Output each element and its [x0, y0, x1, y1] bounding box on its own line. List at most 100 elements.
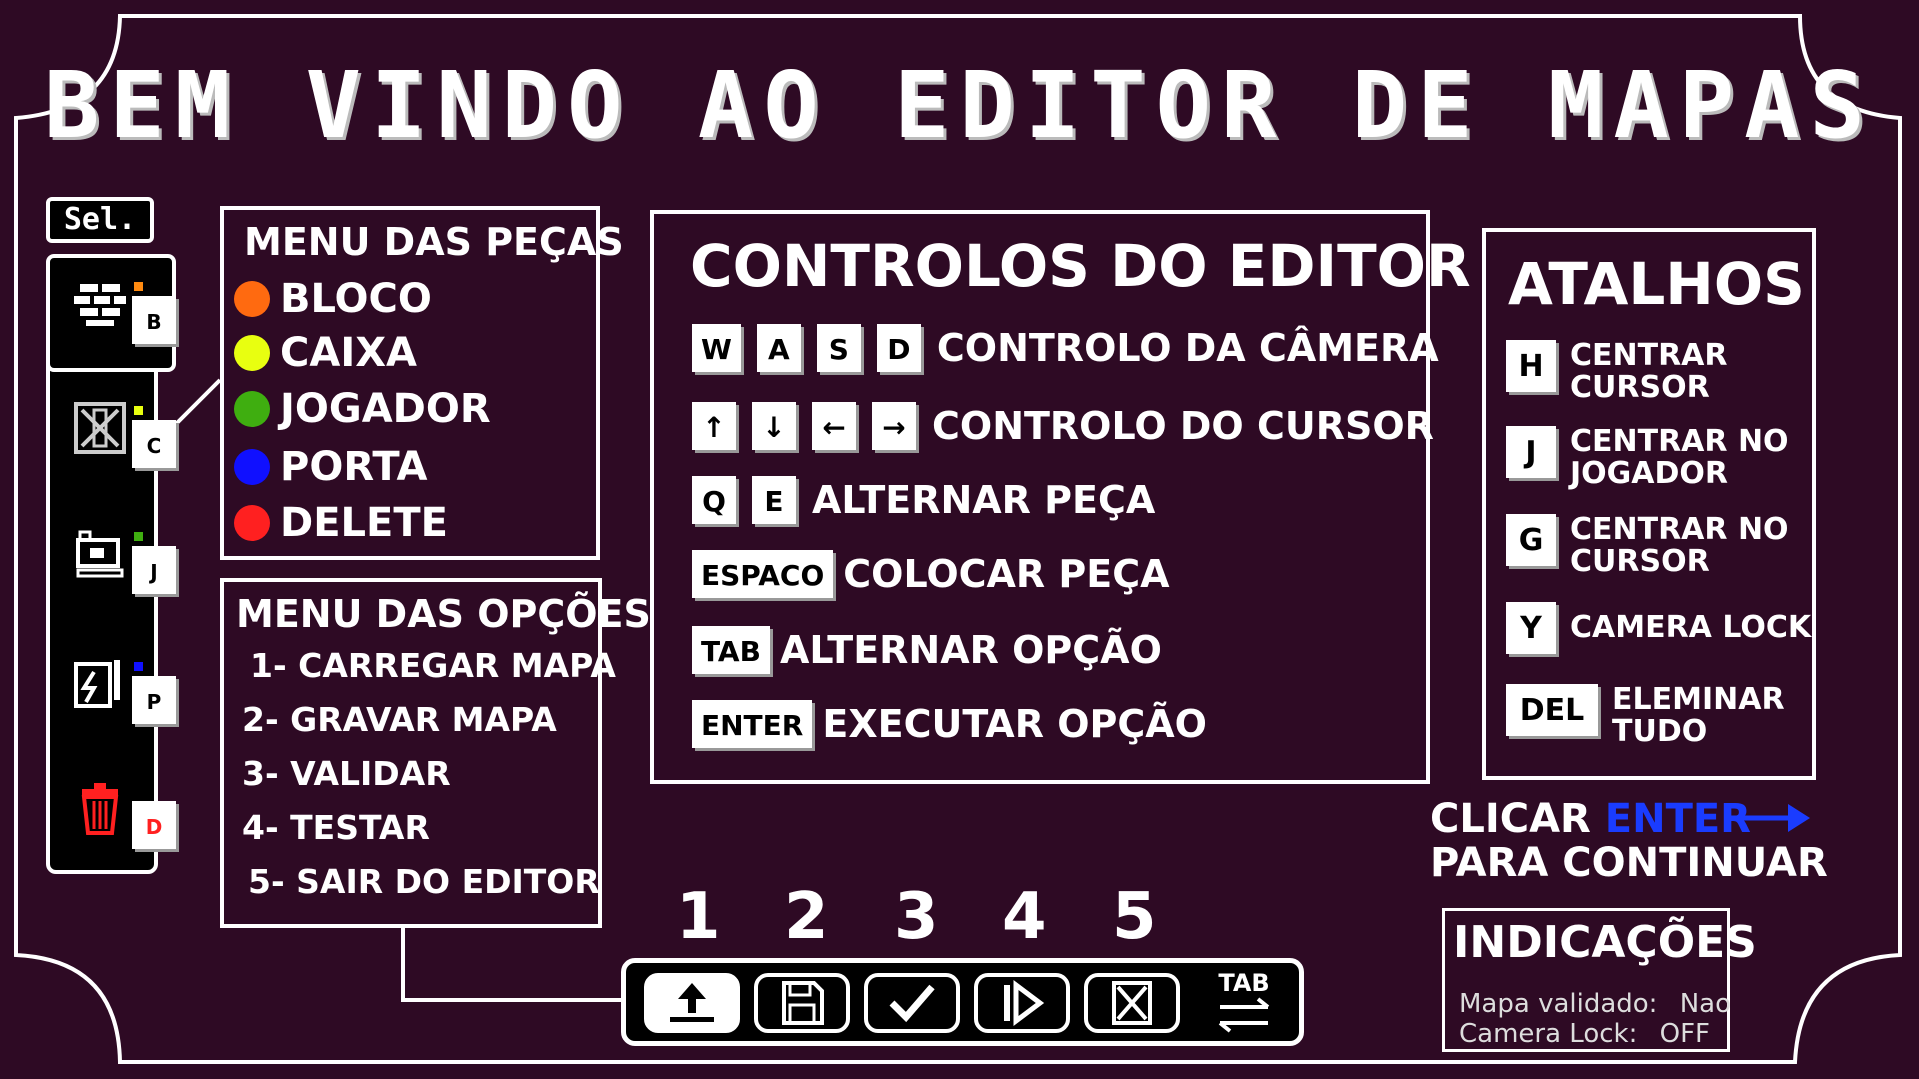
selector-key: C: [132, 420, 176, 468]
selector-color-dot: [134, 282, 143, 291]
toolbar-number: 2: [784, 880, 829, 954]
options-menu-title: MENU DAS OPÇÕES: [236, 592, 651, 636]
page-title: BEM VINDO AO EDITOR DE MAPAS: [44, 52, 1875, 159]
toolbar-number: 1: [676, 880, 721, 954]
key-g: G: [1506, 514, 1556, 566]
selector-color-dot: [134, 662, 143, 671]
piece-item-caixa[interactable]: CAIXA: [234, 328, 417, 378]
selector-item-crate[interactable]: C: [50, 382, 176, 482]
key-arrow-left: ←: [812, 402, 856, 450]
controls-panel: CONTROLOS DO EDITOR W A S D CONTROLO DA …: [650, 210, 1471, 784]
shortcut-label: CAMERA LOCK: [1570, 610, 1812, 645]
indicator-label: Camera Lock:: [1459, 1019, 1638, 1049]
shortcut-row-center-on-cursor: G CENTRAR NO CURSOR: [1506, 514, 1789, 578]
key-arrow-down: ↓: [752, 402, 796, 450]
tab-hint-label: TAB: [1218, 969, 1270, 997]
control-label: EXECUTAR OPÇÃO: [822, 702, 1207, 746]
player-icon: [76, 530, 124, 578]
key-arrow-up: ↑: [692, 402, 736, 450]
validate-map-button[interactable]: [864, 973, 960, 1033]
control-row-execute-option: ENTER EXECUTAR OPÇÃO: [692, 696, 1207, 752]
piece-selector-bar: B C J P D: [46, 254, 176, 874]
load-map-button[interactable]: [644, 973, 740, 1033]
control-row-toggle-piece: Q E ALTERNAR PEÇA: [692, 472, 1155, 528]
option-item-save[interactable]: 2- GRAVAR MAPA: [242, 700, 557, 739]
indicator-label: Mapa validado:: [1459, 989, 1658, 1019]
shortcut-label: ELEMINAR TUDO: [1612, 682, 1785, 749]
toolbar-number: 4: [1002, 880, 1047, 954]
option-item-validate[interactable]: 3- VALIDAR: [242, 754, 451, 793]
selector-key: D: [132, 801, 176, 849]
indicator-value: OFF: [1659, 1019, 1710, 1049]
toolbar-number: 5: [1112, 880, 1157, 954]
selector-key: P: [132, 676, 176, 724]
option-item-load[interactable]: 1- CARREGAR MAPA: [250, 646, 616, 685]
control-row-toggle-option: TAB ALTERNAR OPÇÃO: [692, 622, 1162, 678]
pieces-menu-title: MENU DAS PEÇAS: [244, 220, 624, 264]
connector-options-toolbar: [401, 925, 621, 1002]
piece-label: BLOCO: [280, 276, 432, 322]
control-row-cursor: ↑ ↓ ← → CONTROLO DO CURSOR: [692, 398, 1434, 454]
option-item-exit[interactable]: 5- SAIR DO EDITOR: [248, 862, 600, 901]
shortcuts-panel: ATALHOS H CENTRAR CURSOR J CENTRAR NO JO…: [1482, 228, 1816, 780]
piece-color-dot: [234, 505, 270, 541]
key-q: Q: [692, 476, 736, 524]
indicators-panel: INDICAÇÕES Mapa validado: Nao Camera Loc…: [1442, 908, 1757, 1052]
piece-color-dot: [234, 391, 270, 427]
piece-item-jogador[interactable]: JOGADOR: [234, 384, 491, 434]
indicator-camera-lock: Camera Lock: OFF: [1459, 1019, 1710, 1049]
selector-tag: Sel.: [46, 197, 154, 243]
continue-prompt-prefix: CLICAR: [1430, 796, 1605, 842]
piece-item-porta[interactable]: PORTA: [234, 442, 427, 492]
continue-prompt: CLICAR ENTER: [1430, 796, 1751, 842]
piece-label: CAIXA: [280, 330, 417, 376]
shortcut-row-center-player: J CENTRAR NO JOGADOR: [1506, 426, 1789, 490]
shortcut-row-camera-lock: Y CAMERA LOCK: [1506, 602, 1811, 654]
play-icon: [1004, 980, 1045, 1026]
door-icon: [74, 660, 120, 708]
exit-icon: [1112, 981, 1152, 1025]
arrow-right-icon: [1728, 804, 1810, 832]
selector-item-delete[interactable]: D: [50, 763, 176, 863]
shortcut-row-delete-all: DEL ELEMINAR TUDO: [1506, 684, 1785, 748]
selector-item-door[interactable]: P: [50, 638, 176, 738]
test-map-button[interactable]: [974, 973, 1070, 1033]
exit-editor-button[interactable]: [1084, 973, 1180, 1033]
control-label: ALTERNAR OPÇÃO: [779, 628, 1162, 672]
key-enter: ENTER: [692, 700, 813, 748]
key-tab: TAB: [692, 626, 770, 674]
options-menu: MENU DAS OPÇÕES 1- CARREGAR MAPA 2- GRAV…: [220, 578, 651, 928]
key-del: DEL: [1506, 684, 1598, 736]
continue-prompt-line2: PARA CONTINUAR: [1430, 840, 1828, 886]
save-map-button[interactable]: [754, 973, 850, 1033]
key-a: A: [756, 324, 801, 372]
key-space: ESPACO: [692, 550, 834, 598]
piece-label: PORTA: [280, 444, 428, 490]
selector-item-brick[interactable]: B: [46, 254, 176, 372]
shortcut-label: CENTRAR CURSOR: [1570, 338, 1728, 405]
selector-color-dot: [134, 532, 143, 541]
piece-item-delete[interactable]: DELETE: [234, 498, 448, 548]
key-y: Y: [1506, 602, 1556, 654]
selector-color-dot: [134, 406, 143, 415]
option-item-test[interactable]: 4- TESTAR: [242, 808, 430, 847]
tab-switch-icon: [1218, 997, 1270, 1033]
trash-icon: [81, 783, 119, 835]
key-h: H: [1506, 340, 1556, 392]
piece-label: DELETE: [280, 500, 448, 546]
key-s: S: [816, 324, 861, 372]
piece-color-dot: [234, 449, 270, 485]
selector-item-player[interactable]: J: [50, 508, 176, 608]
controls-title: CONTROLOS DO EDITOR: [690, 232, 1471, 300]
selector-key: B: [132, 296, 176, 344]
piece-item-bloco[interactable]: BLOCO: [234, 274, 432, 324]
shortcut-row-center-cursor: H CENTRAR CURSOR: [1506, 340, 1728, 404]
indicator-value: Nao: [1679, 989, 1732, 1019]
key-d: D: [876, 324, 921, 372]
piece-color-dot: [234, 335, 270, 371]
options-toolbar: TAB: [621, 958, 1304, 1046]
key-e: E: [752, 476, 796, 524]
crate-icon: [74, 402, 126, 454]
key-w: W: [692, 324, 741, 372]
check-icon: [889, 984, 935, 1023]
